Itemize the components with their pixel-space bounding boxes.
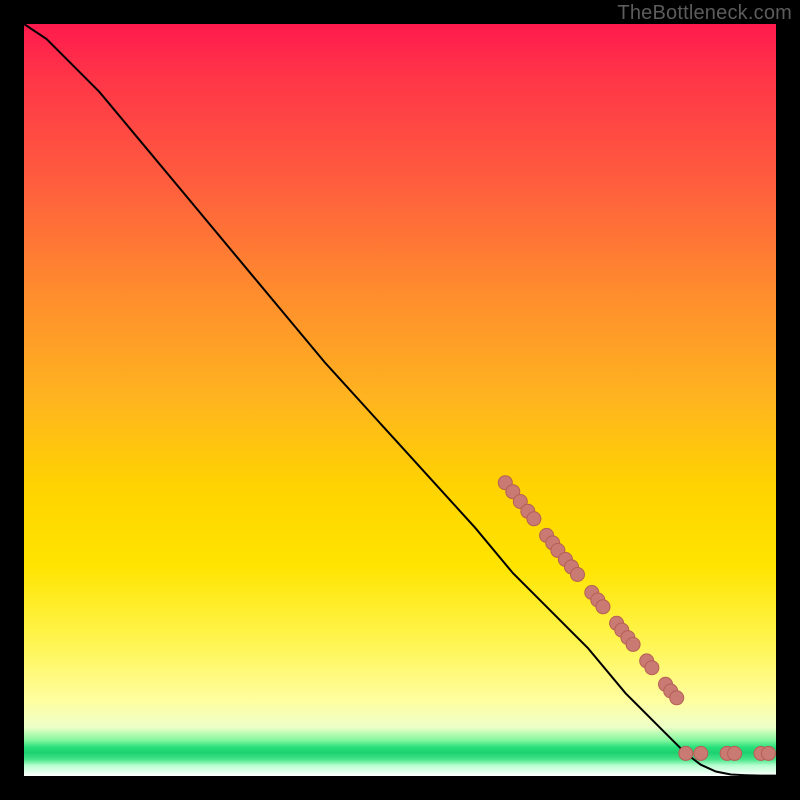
data-marker (571, 568, 585, 582)
data-marker (679, 746, 693, 760)
data-marker (626, 637, 640, 651)
data-marker (527, 512, 541, 526)
data-marker (596, 600, 610, 614)
data-marker (762, 746, 776, 760)
chart-frame: TheBottleneck.com (0, 0, 800, 800)
data-markers (498, 476, 775, 761)
watermark-text: TheBottleneck.com (617, 2, 792, 25)
plot-area (24, 24, 776, 776)
data-marker (694, 746, 708, 760)
chart-svg (24, 24, 776, 776)
data-marker (728, 746, 742, 760)
bottleneck-curve (24, 24, 776, 776)
data-marker (670, 691, 684, 705)
data-marker (645, 661, 659, 675)
